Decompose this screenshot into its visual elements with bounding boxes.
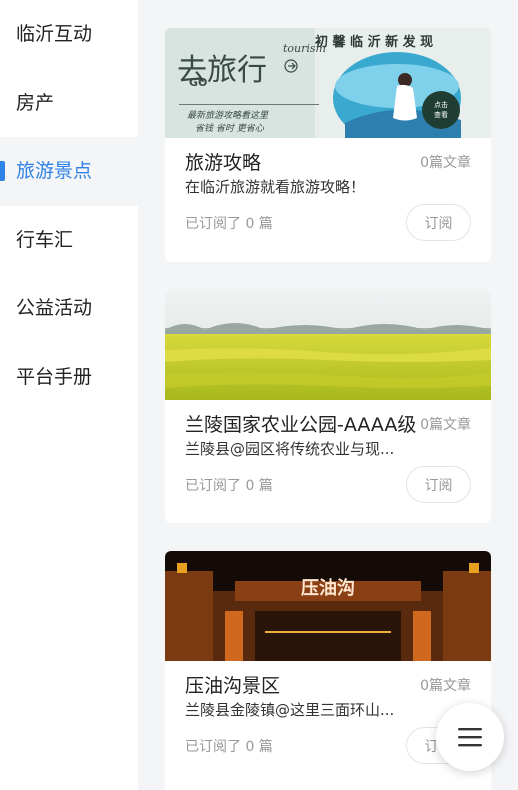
travel-banner-image: 初 馨 临 沂 新 发 现 去旅行 GO tourism 最新旅游攻略看这里 省… [165, 28, 491, 138]
sidebar-item-real-estate[interactable]: 房产 [0, 69, 138, 138]
subscribed-count: 已订阅了 0 篇 [185, 216, 273, 232]
card-title: 兰陵国家农业公园-AAAA级 [185, 414, 417, 436]
svg-text:查看: 查看 [434, 110, 448, 119]
subscribed-count: 已订阅了 0 篇 [185, 739, 273, 755]
svg-text:压油沟: 压油沟 [301, 577, 355, 599]
menu-button[interactable] [436, 703, 504, 771]
svg-text:初 馨 临 沂 新 发 现: 初 馨 临 沂 新 发 现 [315, 34, 433, 50]
svg-text:省钱 省时 更省心: 省钱 省时 更省心 [195, 123, 265, 134]
sidebar-item-driving[interactable]: 行车汇 [0, 206, 138, 275]
column-card[interactable]: 兰陵国家农业公园-AAAA级 0篇文章 兰陵县@园区将传统农业与现... 已订阅… [165, 290, 491, 523]
card-title: 压油沟景区 [185, 675, 281, 697]
app: 临沂互动 房产 旅游景点 行车汇 公益活动 平台手册 初 馨 临 沂 新 发 现… [0, 0, 518, 790]
article-count: 0篇文章 [420, 417, 471, 433]
card-description: 在临沂旅游就看旅游攻略！ [185, 178, 366, 196]
svg-text:tourism: tourism [283, 42, 326, 55]
article-count: 0篇文章 [420, 678, 471, 694]
svg-text:最新旅游攻略看这里: 最新旅游攻略看这里 [187, 110, 269, 121]
sidebar-item-platform-manual[interactable]: 平台手册 [0, 343, 138, 412]
menu-icon [458, 728, 482, 747]
column-list: 初 馨 临 沂 新 发 现 去旅行 GO tourism 最新旅游攻略看这里 省… [138, 0, 518, 790]
subscribe-button[interactable]: 订阅 [406, 204, 471, 241]
subscribe-button[interactable]: 订阅 [406, 466, 471, 503]
sidebar-item-linyi-interaction[interactable]: 临沂互动 [0, 0, 138, 69]
card-description: 兰陵县金陵镇@这里三面环山... [185, 701, 395, 719]
subscribed-count: 已订阅了 0 篇 [185, 478, 273, 494]
svg-text:GO: GO [189, 76, 207, 89]
article-count: 0篇文章 [420, 155, 471, 171]
svg-text:点击: 点击 [434, 100, 448, 109]
sidebar-item-charity[interactable]: 公益活动 [0, 274, 138, 343]
card-title: 旅游攻略 [185, 152, 262, 174]
rapeseed-field-image [165, 290, 491, 400]
sidebar-item-tourist-attractions[interactable]: 旅游景点 [0, 137, 138, 206]
card-description: 兰陵县@园区将传统农业与现... [185, 440, 395, 458]
sidebar: 临沂互动 房产 旅游景点 行车汇 公益活动 平台手册 [0, 0, 138, 790]
column-card[interactable]: 初 馨 临 沂 新 发 现 去旅行 GO tourism 最新旅游攻略看这里 省… [165, 28, 491, 262]
scenic-gate-night-image: 压油沟 [165, 551, 491, 661]
